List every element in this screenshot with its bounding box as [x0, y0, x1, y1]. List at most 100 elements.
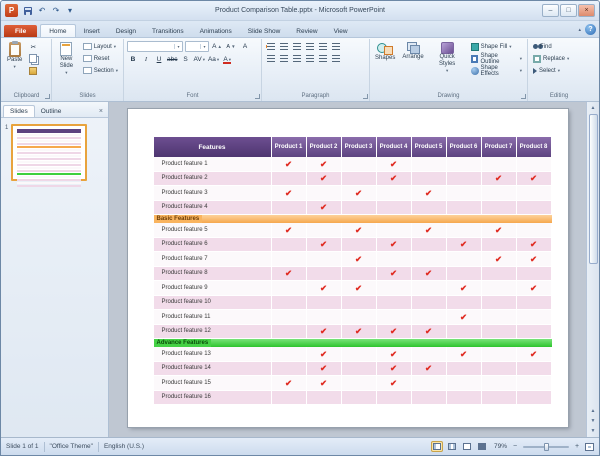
paste-button[interactable]: Paste ▾ [5, 41, 24, 90]
product-cell: ✔ [377, 325, 412, 339]
slide-area: FeaturesProduct 1Product 2Product 3Produ… [109, 102, 586, 437]
tab-slides[interactable]: Slides [3, 105, 35, 117]
bold-button[interactable]: B [127, 54, 139, 65]
shapes-button[interactable]: Shapes [373, 41, 397, 90]
undo-button[interactable]: ↶ [36, 5, 48, 17]
format-painter-button[interactable] [27, 65, 39, 76]
reset-button[interactable]: Reset [81, 53, 120, 64]
tab-animations[interactable]: Animations [192, 25, 240, 37]
scrollbar-thumb[interactable] [589, 114, 598, 264]
product-cell [447, 391, 482, 405]
check-icon: ✔ [390, 174, 397, 183]
font-dialog-launcher[interactable] [255, 94, 260, 99]
tab-transitions[interactable]: Transitions [144, 25, 192, 37]
underline-button[interactable]: U [153, 54, 165, 65]
section-row: Advance Features [154, 339, 552, 347]
normal-view-button[interactable] [431, 441, 443, 452]
shape-fill-button[interactable]: Shape Fill▾ [469, 41, 524, 52]
product-cell: ✔ [272, 267, 307, 281]
slideshow-view-button[interactable] [476, 441, 488, 452]
slide-thumbnail[interactable] [11, 124, 87, 181]
product-cell: ✔ [342, 223, 377, 237]
close-button[interactable]: × [578, 4, 595, 17]
font-color-button[interactable]: A▾ [221, 54, 233, 65]
zoom-slider[interactable] [523, 446, 569, 448]
change-case-button[interactable]: Aa▾ [207, 54, 220, 65]
shape-outline-button[interactable]: Shape Outline▾ [469, 53, 524, 64]
minimize-ribbon-icon[interactable]: ▴ [578, 27, 581, 33]
convert-to-smartart-button[interactable] [330, 53, 341, 63]
increase-indent-button[interactable] [304, 41, 315, 51]
scroll-up-icon[interactable]: ▲ [591, 103, 596, 113]
zoom-percentage[interactable]: 79% [491, 443, 507, 450]
align-left-button[interactable] [265, 53, 276, 63]
replace-button[interactable]: Replace▾ [531, 53, 587, 64]
clipboard-dialog-launcher[interactable] [45, 94, 50, 99]
language-indicator[interactable]: English (U.S.) [104, 443, 144, 450]
new-slide-button[interactable]: New Slide ▾ [55, 41, 78, 90]
zoom-slider-thumb[interactable] [544, 443, 549, 451]
tab-design[interactable]: Design [108, 25, 144, 37]
vertical-scrollbar[interactable]: ▲ ▲ ▼ ▼ [586, 102, 599, 437]
line-spacing-button[interactable] [330, 41, 341, 51]
reading-view-button[interactable] [461, 441, 473, 452]
align-right-button[interactable] [291, 53, 302, 63]
redo-button[interactable]: ↷ [50, 5, 62, 17]
theme-name[interactable]: "Office Theme" [50, 443, 93, 450]
help-icon[interactable]: ? [585, 24, 596, 35]
numbering-button[interactable] [278, 41, 289, 51]
quick-styles-icon [441, 42, 454, 54]
tab-view[interactable]: View [326, 25, 356, 37]
save-button[interactable] [22, 5, 34, 17]
tab-home[interactable]: Home [40, 24, 75, 37]
previous-slide-icon[interactable]: ▲ [591, 406, 596, 416]
find-button[interactable]: Find [531, 41, 587, 52]
strikethrough-button[interactable]: abc [166, 54, 178, 65]
character-spacing-button[interactable]: AV▾ [192, 54, 205, 65]
scroll-down-icon[interactable]: ▼ [591, 426, 596, 436]
font-name-combobox[interactable]: ▾ [127, 41, 183, 52]
slide-sorter-view-button[interactable] [446, 441, 458, 452]
paragraph-dialog-launcher[interactable] [363, 94, 368, 99]
justify-button[interactable] [304, 53, 315, 63]
bullets-button[interactable] [265, 41, 276, 51]
qat-dropdown-button[interactable]: ▾ [64, 5, 76, 17]
shrink-font-button[interactable]: A▼ [225, 41, 237, 52]
section-button[interactable]: Section▾ [81, 65, 120, 76]
powerpoint-app-icon[interactable]: P [5, 4, 18, 17]
clear-formatting-button[interactable]: A [239, 41, 251, 52]
zoom-in-button[interactable]: + [572, 442, 582, 452]
next-slide-icon[interactable]: ▼ [591, 416, 596, 426]
shape-effects-button[interactable]: Shape Effects▾ [469, 65, 524, 76]
zoom-out-button[interactable]: − [510, 442, 520, 452]
layout-button[interactable]: Layout▾ [81, 41, 120, 52]
fit-to-window-button[interactable] [585, 443, 594, 451]
tab-slide-show[interactable]: Slide Show [240, 25, 289, 37]
arrange-button[interactable]: Arrange [400, 41, 425, 90]
grow-font-button[interactable]: A▲ [211, 41, 223, 52]
product-cell [517, 325, 552, 339]
text-shadow-button[interactable]: S [179, 54, 191, 65]
align-center-button[interactable] [278, 53, 289, 63]
file-tab[interactable]: File [4, 25, 37, 37]
decrease-indent-button[interactable] [291, 41, 302, 51]
panel-close-icon[interactable]: × [96, 108, 106, 117]
product-cell [412, 238, 447, 252]
quick-styles-button[interactable]: Quick Styles ▾ [429, 41, 466, 90]
cut-button[interactable]: ✂ [27, 41, 39, 52]
tab-review[interactable]: Review [288, 25, 325, 37]
comparison-table[interactable]: FeaturesProduct 1Product 2Product 3Produ… [154, 137, 552, 405]
maximize-button[interactable]: □ [560, 4, 577, 17]
product-cell [412, 172, 447, 186]
italic-button[interactable]: I [140, 54, 152, 65]
columns-button[interactable] [317, 53, 328, 63]
tab-outline[interactable]: Outline [35, 106, 68, 117]
minimize-button[interactable]: – [542, 4, 559, 17]
font-size-combobox[interactable]: ▾ [185, 41, 209, 52]
select-button[interactable]: Select▾ [531, 65, 587, 76]
tab-insert[interactable]: Insert [76, 25, 108, 37]
slide-canvas[interactable]: FeaturesProduct 1Product 2Product 3Produ… [128, 109, 568, 427]
drawing-dialog-launcher[interactable] [521, 94, 526, 99]
copy-button[interactable] [27, 53, 39, 64]
text-direction-button[interactable] [317, 41, 328, 51]
